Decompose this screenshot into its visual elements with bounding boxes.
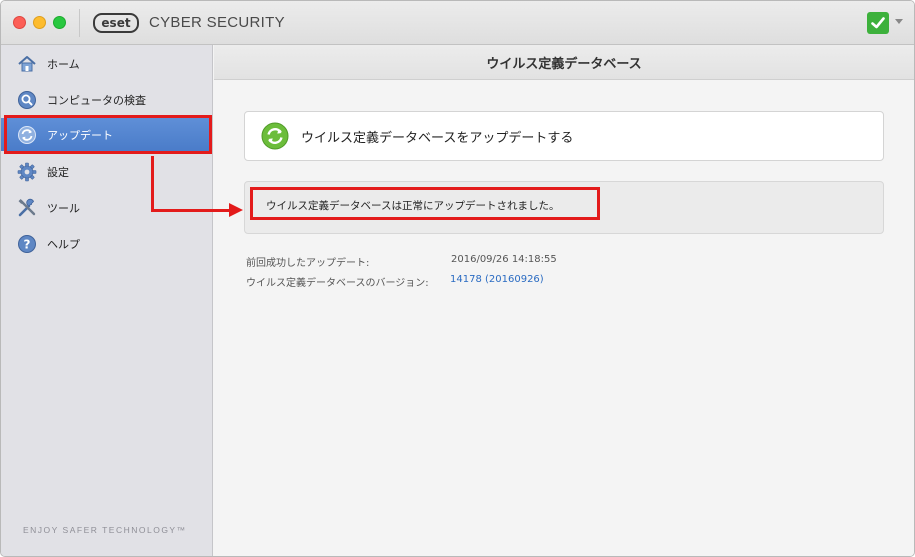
annotation-arrow-line — [151, 209, 231, 212]
sidebar-item-label: ツール — [47, 201, 80, 215]
main-content: ウイルス定義データベース ウイルス定義データベースをアップデートする ウイルス定… — [214, 45, 914, 556]
maximize-window-button[interactable] — [53, 16, 66, 29]
sidebar-item-tools[interactable]: ツール — [1, 191, 212, 224]
app-title: CYBER SECURITY — [149, 14, 285, 31]
status-dropdown-caret-icon[interactable] — [895, 19, 903, 24]
page-title-bar: ウイルス定義データベース — [214, 45, 914, 80]
sidebar-item-label: コンピュータの検査 — [47, 93, 146, 107]
sidebar-item-settings[interactable]: 設定 — [1, 155, 212, 188]
update-icon — [261, 122, 289, 150]
green-check-icon — [871, 17, 885, 29]
sidebar-item-home[interactable]: ホーム — [1, 47, 212, 80]
app-window: eset CYBER SECURITY ホーム コンピュータの検査 アップデート… — [0, 0, 915, 557]
annotation-highlight-message — [250, 187, 600, 220]
eset-logo: eset — [93, 13, 139, 33]
title-bar: eset CYBER SECURITY — [1, 1, 914, 45]
svg-text:?: ? — [24, 237, 31, 251]
update-database-button-label: ウイルス定義データベースをアップデートする — [301, 130, 574, 146]
protection-status-button[interactable] — [867, 12, 889, 34]
annotation-highlight-update — [4, 115, 212, 154]
sidebar-item-label: 設定 — [47, 165, 69, 179]
sidebar-item-computer-scan[interactable]: コンピュータの検査 — [1, 83, 212, 116]
last-update-value: 2016/09/26 14:18:55 — [451, 254, 557, 265]
close-window-button[interactable] — [13, 16, 26, 29]
update-database-button[interactable]: ウイルス定義データベースをアップデートする — [244, 111, 884, 161]
annotation-arrow-head-icon — [229, 203, 243, 217]
help-icon: ? — [17, 234, 37, 254]
database-version-label: ウイルス定義データベースのバージョン: — [246, 278, 429, 289]
home-icon — [17, 54, 37, 74]
search-icon — [17, 90, 37, 110]
sidebar-item-label: ホーム — [47, 57, 80, 71]
database-version-value: 14178 (20160926) — [450, 274, 544, 285]
titlebar-divider — [79, 9, 80, 37]
sidebar-item-label: ヘルプ — [47, 237, 80, 251]
annotation-arrow-line — [151, 156, 154, 212]
minimize-window-button[interactable] — [33, 16, 46, 29]
last-update-label: 前回成功したアップデート: — [246, 258, 370, 269]
footer-tagline: ENJOY SAFER TECHNOLOGY™ — [23, 525, 187, 535]
tools-icon — [17, 198, 37, 218]
eset-logo-text: eset — [101, 16, 131, 30]
page-title: ウイルス定義データベース — [486, 56, 642, 72]
gear-icon — [17, 162, 37, 182]
sidebar-item-help[interactable]: ? ヘルプ — [1, 227, 212, 260]
